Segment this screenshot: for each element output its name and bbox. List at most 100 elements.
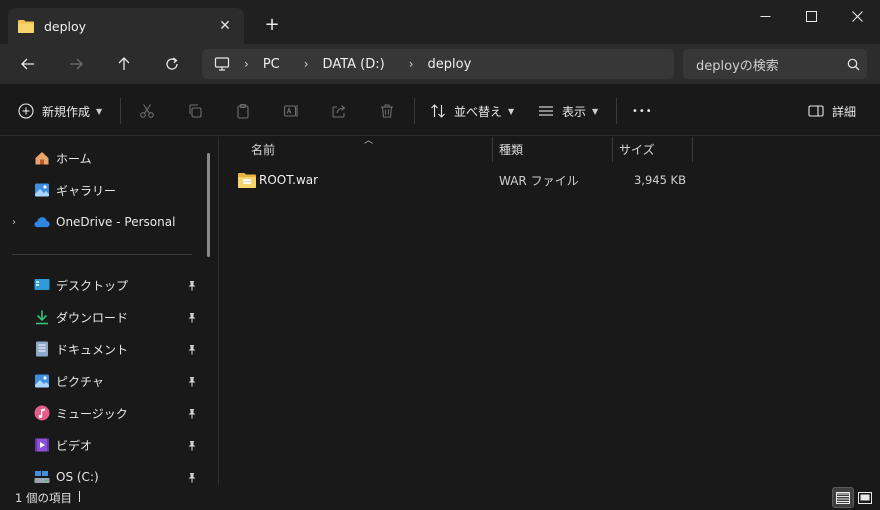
sort-button[interactable]: 並べ替え ▼ [430,98,514,124]
home-icon [34,150,50,166]
file-type: WAR ファイル [499,173,579,188]
chevron-right-icon: › [303,57,309,71]
sidebar-item-downloads[interactable]: ダウンロード [0,304,205,330]
rename-button[interactable] [278,98,304,124]
search-input[interactable]: deployの検索 [683,49,867,79]
maximize-icon[interactable] [788,0,834,32]
details-pane-icon [808,105,824,117]
search-placeholder: deployの検索 [696,58,779,74]
forward-button[interactable] [60,48,92,80]
paste-button[interactable] [230,98,256,124]
breadcrumb-pc[interactable]: PC [263,57,280,72]
share-icon [332,105,346,118]
sidebar-item-label: ドキュメント [56,342,129,357]
pin-icon[interactable] [186,407,198,419]
status-separator [79,491,80,502]
column-resize-handle[interactable] [612,137,613,162]
sidebar-item-label: ホーム [56,151,92,166]
more-options-icon[interactable]: ••• [632,98,653,124]
document-icon [34,341,50,357]
details-view-button[interactable] [832,487,854,508]
breadcrumb[interactable]: › PC › DATA (D:) › deploy [202,49,674,79]
arrow-left-icon [21,58,34,70]
computer-icon [214,57,230,71]
rename-icon [283,105,298,117]
desktop-icon [34,277,50,293]
scissors-icon [140,104,154,118]
close-tab-icon[interactable]: ✕ [212,13,238,39]
cut-button[interactable] [134,98,160,124]
large-icons-view-button[interactable] [854,487,876,508]
trash-icon [381,104,393,118]
close-icon[interactable] [834,0,880,32]
details-view-icon [836,491,850,504]
sidebar-item-onedrive[interactable]: › OneDrive - Personal [0,209,205,235]
breadcrumb-data-drive[interactable]: DATA (D:) [323,57,385,72]
drive-icon [34,469,50,485]
file-list: ︿ 名前 種類 サイズ ROOT.war WAR ファイル 3,945 KB [220,136,880,485]
download-icon [34,309,50,325]
chevron-down-icon: ▼ [592,106,599,116]
pin-icon[interactable] [186,471,198,483]
plus-circle-icon [18,103,34,119]
divider [616,98,617,124]
sidebar-item-documents[interactable]: ドキュメント [0,336,205,362]
refresh-icon [166,57,178,70]
sort-icon [431,104,445,118]
column-header-name[interactable]: 名前 [251,137,275,162]
title-bar: deploy ✕ + [0,0,880,44]
chevron-down-icon: ▼ [508,106,515,116]
delete-button[interactable] [374,98,400,124]
copy-icon [189,104,202,118]
copy-button[interactable] [182,98,208,124]
refresh-button[interactable] [156,48,188,80]
pin-icon[interactable] [186,439,198,451]
sidebar-item-home[interactable]: ホーム [0,145,205,171]
view-button[interactable]: 表示 ▼ [538,98,598,124]
chevron-right-icon: › [408,57,414,71]
large-icons-view-icon [858,491,872,504]
details-label: 詳細 [832,104,857,119]
new-tab-button[interactable]: + [258,10,286,38]
column-resize-handle[interactable] [692,137,693,162]
back-button[interactable] [12,48,44,80]
arrow-right-icon [70,58,83,70]
breadcrumb-deploy[interactable]: deploy [428,57,472,72]
chevron-right-icon[interactable]: › [12,217,16,228]
pin-icon[interactable] [186,279,198,291]
sidebar-item-label: ミュージック [56,406,128,421]
sidebar-item-gallery[interactable]: ギャラリー [0,177,205,203]
pin-icon[interactable] [186,375,198,387]
column-header-type[interactable]: 種類 [499,137,523,162]
tab-deploy[interactable]: deploy ✕ [8,8,244,44]
share-button[interactable] [326,98,352,124]
details-button[interactable]: 詳細 [808,98,856,124]
cloud-icon [34,214,50,230]
file-size: 3,945 KB [633,173,686,187]
gallery-icon [34,182,50,198]
video-icon [34,437,50,453]
column-header-size[interactable]: サイズ [619,137,655,162]
search-icon[interactable] [839,58,867,71]
table-row[interactable]: ROOT.war WAR ファイル 3,945 KB [234,168,694,192]
address-row: › PC › DATA (D:) › deploy deployの検索 [0,44,880,84]
sidebar-item-os-c[interactable]: OS (C:) [0,464,205,485]
item-count: 1 個の項目 [15,491,72,505]
view-list-icon [539,106,553,116]
pin-icon[interactable] [186,343,198,355]
divider [120,98,121,124]
column-resize-handle[interactable] [492,137,493,162]
up-button[interactable] [108,48,140,80]
sidebar-item-videos[interactable]: ビデオ [0,432,205,458]
minimize-icon[interactable] [742,0,788,32]
sidebar-item-label: ピクチャ [56,374,104,389]
sort-ascending-icon: ︿ [364,136,374,146]
sidebar-scrollbar[interactable] [207,153,210,257]
arrow-up-icon [118,57,130,70]
chevron-right-icon: › [244,57,249,71]
new-button[interactable]: 新規作成 ▼ [18,98,102,124]
sidebar-item-pictures[interactable]: ピクチャ [0,368,205,394]
sidebar-item-music[interactable]: ミュージック [0,400,205,426]
sidebar-item-desktop[interactable]: デスクトップ [0,272,205,298]
pin-icon[interactable] [186,311,198,323]
